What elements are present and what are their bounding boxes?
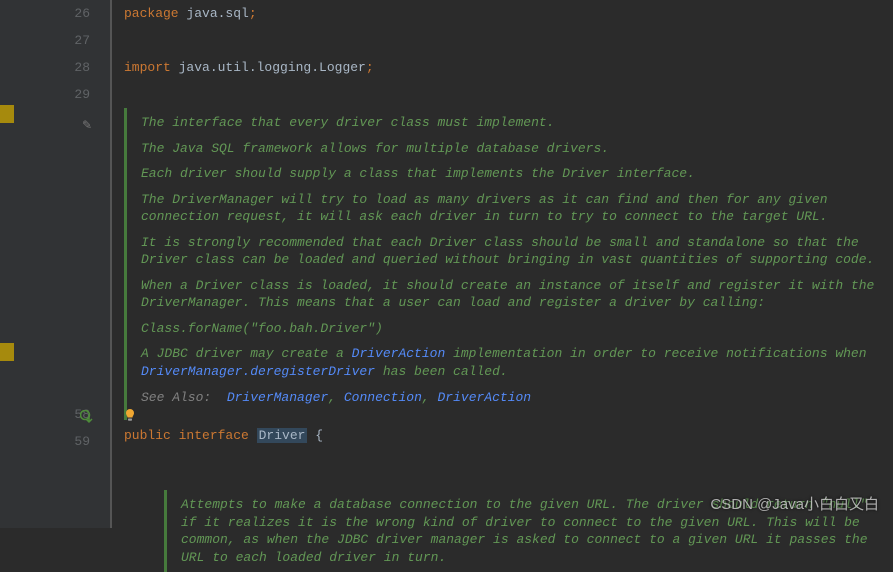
doc-paragraph: When a Driver class is loaded, it should… [141,277,881,312]
keyword: import [124,60,171,75]
keyword: public [124,428,179,443]
code-line[interactable] [114,27,893,54]
doc-paragraph: Each driver should supply a class that i… [141,165,881,183]
javadoc-block[interactable]: The interface that every driver class mu… [124,108,893,420]
code-line[interactable]: public interface Driver { [114,422,893,449]
doc-paragraph: It is strongly recommended that each Dri… [141,234,881,269]
watermark: CSDN @Java小白白又白 [710,493,879,514]
doc-link[interactable]: DriverAction [352,346,446,361]
code-line[interactable] [114,81,893,108]
punctuation: ; [366,60,374,75]
doc-see-also: See Also: DriverManager, Connection, Dri… [141,389,881,407]
line-number: 59 [25,428,90,455]
line-number: 29 [25,81,90,108]
keyword: package [124,6,179,21]
class-name-highlight: Driver [257,428,308,443]
punctuation: ; [249,6,257,21]
code-line[interactable] [114,449,893,476]
annotation-margin [0,0,25,528]
doc-link[interactable]: Connection [344,390,422,405]
line-number: 28 [25,54,90,81]
doc-paragraph: The Java SQL framework allows for multip… [141,140,881,158]
bookmark-marker[interactable] [0,105,14,123]
doc-paragraph: A JDBC driver may create a DriverAction … [141,345,881,380]
code-editor[interactable]: package java.sql; import java.util.loggi… [110,0,893,528]
doc-tag-label: See Also: [141,390,211,405]
doc-code: Class.forName("foo.bah.Driver") [141,320,881,338]
bookmark-marker[interactable] [0,343,14,361]
lightbulb-icon[interactable] [123,408,137,422]
line-number: 58 [25,401,90,428]
keyword: interface [179,428,257,443]
doc-link[interactable]: DriverAction [437,390,531,405]
indent-guide [110,0,112,528]
line-number: 27 [25,27,90,54]
identifier: java.sql [179,6,249,21]
punctuation: { [307,428,323,443]
line-number: ✎ [25,108,90,135]
pencil-icon[interactable]: ✎ [82,113,92,140]
line-number: 26 [25,0,90,27]
code-line[interactable]: package java.sql; [114,0,893,27]
code-line[interactable]: import java.util.logging.Logger; [114,54,893,81]
line-number-gutter[interactable]: 26 27 28 29 ✎ 58 59 [25,0,110,528]
doc-paragraph: The interface that every driver class mu… [141,114,881,132]
doc-paragraph: The DriverManager will try to load as ma… [141,191,881,226]
doc-link[interactable]: DriverManager.deregisterDriver [141,364,375,379]
doc-link[interactable]: DriverManager [227,390,328,405]
identifier: java.util.logging.Logger [171,60,366,75]
